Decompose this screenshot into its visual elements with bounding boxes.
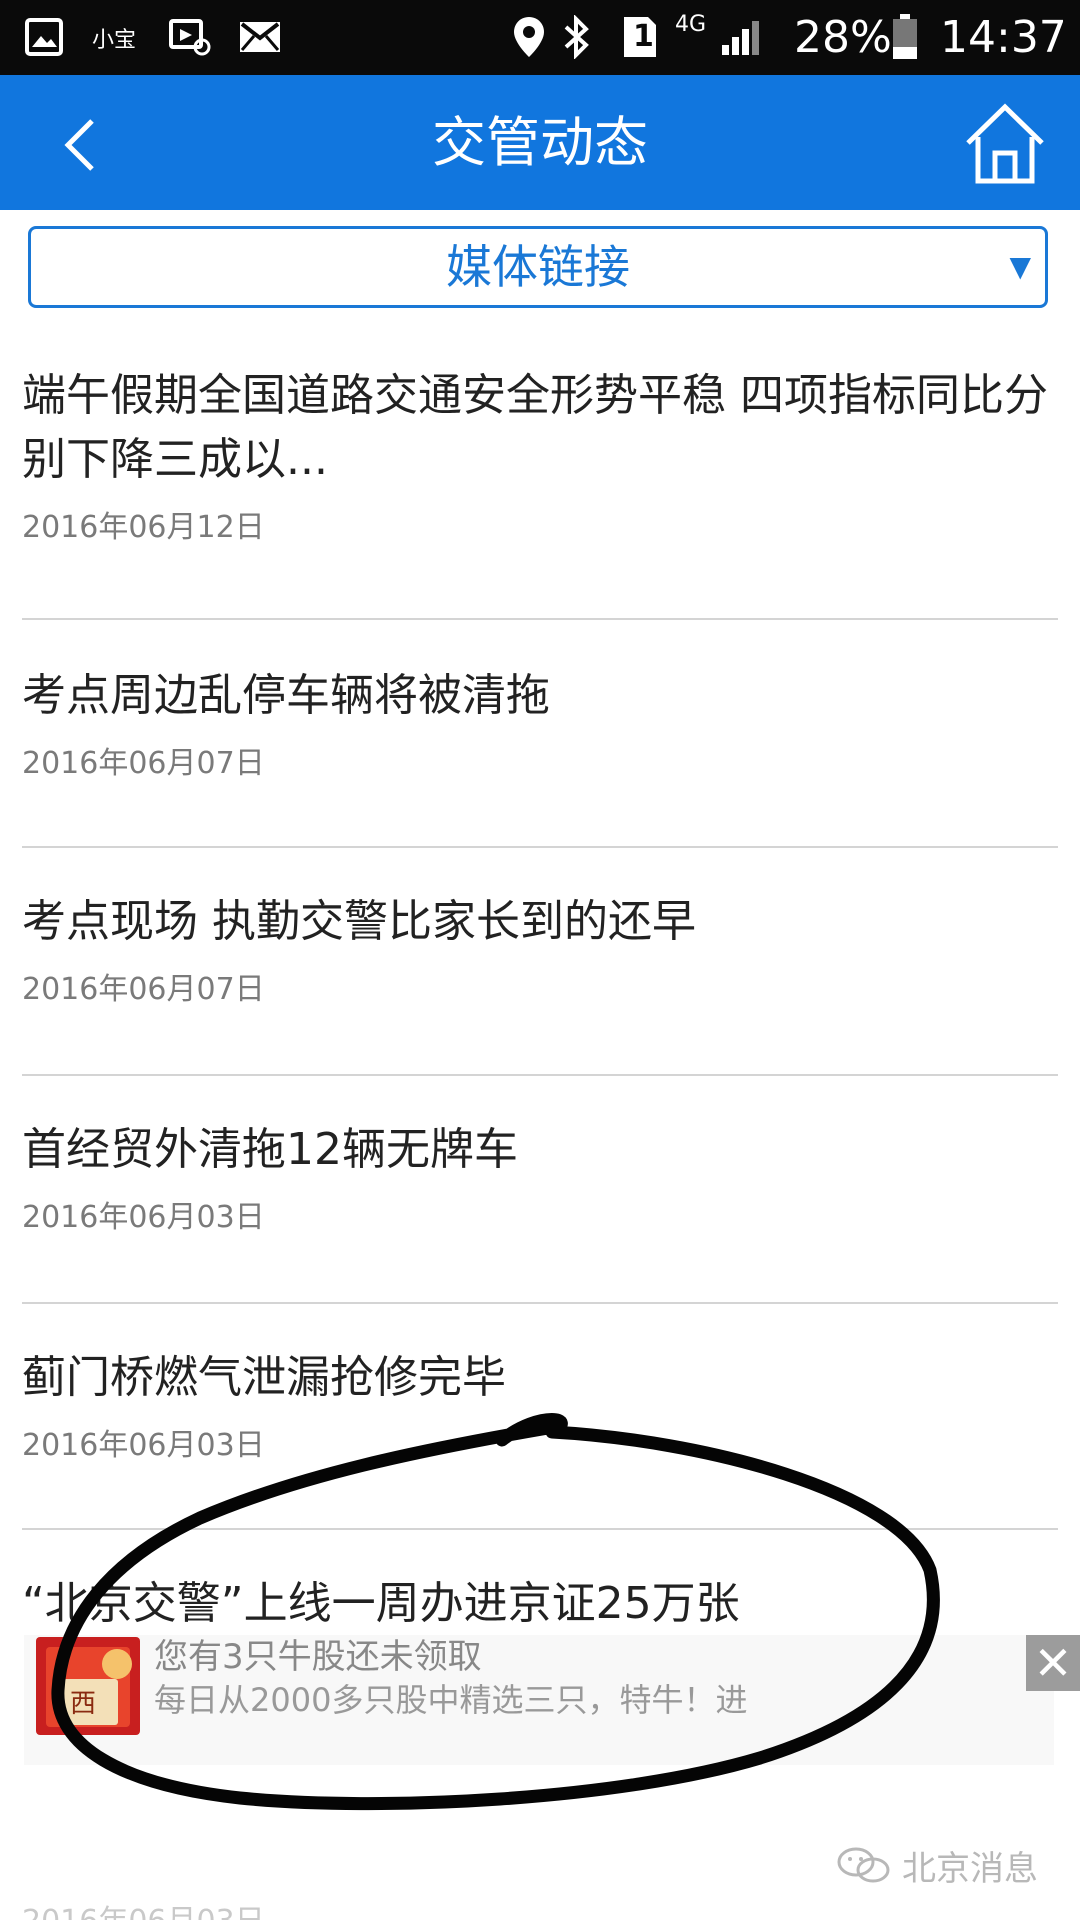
mail-icon xyxy=(238,14,282,60)
divider xyxy=(22,846,1058,848)
news-date: 2016年06月07日 xyxy=(22,972,265,1007)
dropdown-selected-label: 媒体链接 xyxy=(446,240,630,294)
dropdown-arrow-icon: ▼ xyxy=(1009,250,1031,283)
status-app-label: 小宝 xyxy=(92,28,137,53)
news-title: “北京交警”上线一周办进京证25万张 xyxy=(22,1578,740,1629)
location-icon xyxy=(512,14,546,60)
screen-mail-icon xyxy=(168,14,212,60)
home-icon xyxy=(966,103,1044,184)
news-item[interactable]: 首经贸外清拖12辆无牌车 2016年06月03日 xyxy=(22,1118,1058,1236)
app-header: 交管动态 xyxy=(0,75,1080,210)
back-button[interactable] xyxy=(40,105,120,185)
page-title: 交管动态 xyxy=(432,111,648,174)
ad-thumbnail: 西 xyxy=(36,1637,140,1735)
category-dropdown[interactable]: 媒体链接 ▼ xyxy=(28,226,1048,308)
battery-percent: 28% xyxy=(794,12,892,63)
wechat-icon xyxy=(837,1847,890,1883)
signal-icon xyxy=(720,14,766,60)
news-title: 蓟门桥燃气泄漏抢修完毕 xyxy=(22,1352,506,1403)
ad-banner[interactable]: 西 您有3只牛股还未领取 每日从2000多只股中精选三只，特牛！进 xyxy=(24,1635,1054,1765)
divider xyxy=(22,618,1058,620)
watermark-text: 北京消息 xyxy=(902,1848,1038,1889)
news-item[interactable]: “北京交警”上线一周办进京证25万张 xyxy=(22,1572,1058,1636)
divider xyxy=(22,1302,1058,1304)
network-label: 4G xyxy=(675,12,707,37)
bluetooth-icon xyxy=(562,14,592,60)
news-title: 考点现场 执勤交警比家长到的还早 xyxy=(22,896,696,947)
clock: 14:37 xyxy=(940,12,1067,63)
news-item[interactable]: 蓟门桥燃气泄漏抢修完毕 2016年06月03日 xyxy=(22,1346,1058,1464)
ad-close-button[interactable]: ✕ xyxy=(1026,1635,1080,1691)
news-date: 2016年06月03日 xyxy=(22,1200,265,1235)
news-date: 2016年06月07日 xyxy=(22,746,265,781)
chevron-left-icon xyxy=(64,119,94,171)
ad-thumb-text: 西 xyxy=(70,1689,97,1719)
watermark: 北京消息 xyxy=(836,1840,1038,1890)
news-item[interactable]: 考点现场 执勤交警比家长到的还早 2016年06月07日 xyxy=(22,890,1058,1008)
divider xyxy=(22,1074,1058,1076)
battery-icon xyxy=(892,14,918,60)
news-title: 端午假期全国道路交通安全形势平稳 四项指标同比分别下降三成以... xyxy=(22,370,1048,485)
news-item[interactable]: 端午假期全国道路交通安全形势平稳 四项指标同比分别下降三成以... 2016年0… xyxy=(22,364,1058,546)
news-date: 2016年06月12日 xyxy=(22,510,265,545)
divider xyxy=(22,1528,1058,1530)
news-date: 2016年06月03日 xyxy=(22,1896,265,1920)
sim-label: 1 xyxy=(633,19,654,54)
news-date: 2016年06月03日 xyxy=(22,1428,265,1463)
ad-title: 您有3只牛股还未领取 xyxy=(154,1637,482,1677)
status-bar: 小宝 1 4G 28% 14:37 xyxy=(0,0,1080,75)
news-title: 考点周边乱停车辆将被清拖 xyxy=(22,670,550,721)
news-item[interactable]: 考点周边乱停车辆将被清拖 2016年06月07日 xyxy=(22,664,1058,782)
ad-description: 每日从2000多只股中精选三只，特牛！进 xyxy=(154,1681,748,1719)
gallery-icon xyxy=(24,14,64,60)
news-title: 首经贸外清拖12辆无牌车 xyxy=(22,1124,518,1175)
home-button[interactable] xyxy=(962,101,1048,187)
